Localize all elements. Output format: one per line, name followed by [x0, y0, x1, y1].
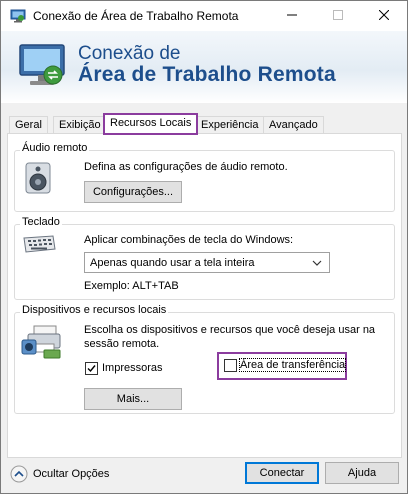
clipboard-checkbox[interactable]: [224, 359, 237, 372]
tab-recursos-locais[interactable]: Recursos Locais: [103, 113, 199, 135]
remote-desktop-monitor-icon: [17, 41, 69, 93]
remote-desktop-icon: [10, 8, 26, 24]
checkmark-icon: [87, 365, 96, 373]
clipboard-label[interactable]: Área de transferência: [238, 358, 347, 372]
printers-checkbox[interactable]: [85, 362, 98, 375]
devices-group-label: Dispositivos e recursos locais: [20, 304, 169, 316]
banner-title-line2: Área de Trabalho Remota: [78, 63, 336, 86]
audio-description: Defina as configurações de áudio remoto.: [84, 161, 288, 173]
minimize-icon: [287, 10, 297, 23]
hide-options-label[interactable]: Ocultar Opções: [33, 468, 109, 480]
tab-avancado[interactable]: Avançado: [263, 116, 324, 134]
banner-title-line1: Conexão de: [78, 43, 181, 64]
close-icon: [378, 9, 390, 23]
help-button[interactable]: Ajuda: [325, 462, 399, 484]
printers-label[interactable]: Impressoras: [102, 362, 163, 374]
speaker-icon: [22, 161, 56, 195]
keyboard-example: Exemplo: ALT+TAB: [84, 280, 179, 292]
maximize-button[interactable]: [315, 1, 361, 31]
window-title: Conexão de Área de Trabalho Remota: [33, 9, 239, 23]
audio-settings-button[interactable]: Configurações...: [84, 181, 182, 203]
tab-geral[interactable]: Geral: [9, 116, 48, 134]
devices-icon: [20, 324, 64, 360]
more-devices-button[interactable]: Mais...: [84, 388, 182, 410]
header-banner: Conexão de Área de Trabalho Remota: [1, 31, 407, 103]
close-button[interactable]: [361, 1, 407, 31]
maximize-icon: [333, 9, 343, 23]
chevron-down-icon: [311, 257, 323, 269]
collapse-options-icon[interactable]: [10, 465, 28, 483]
title-bar[interactable]: Conexão de Área de Trabalho Remota: [1, 1, 407, 31]
tab-exibicao[interactable]: Exibição: [53, 116, 107, 134]
tab-panel-recursos-locais: Áudio remoto Defina as configurações de …: [7, 133, 402, 458]
audio-group: [14, 150, 395, 212]
keyboard-combination-select[interactable]: Apenas quando usar a tela inteira: [84, 252, 330, 273]
connect-button[interactable]: Conectar: [245, 462, 319, 484]
devices-description-line2: sessão remota.: [84, 338, 160, 350]
keyboard-icon: [21, 234, 57, 254]
keyboard-combination-value: Apenas quando usar a tela inteira: [90, 257, 255, 269]
tab-experiencia[interactable]: Experiência: [195, 116, 265, 134]
devices-description-line1: Escolha os dispositivos e recursos que v…: [84, 324, 376, 336]
minimize-button[interactable]: [269, 1, 315, 31]
keyboard-group-label: Teclado: [20, 216, 62, 228]
rdp-window: Conexão de Área de Trabalho Remota Conex…: [0, 0, 408, 494]
keyboard-description: Aplicar combinações de tecla do Windows:: [84, 234, 294, 246]
audio-group-label: Áudio remoto: [20, 142, 90, 154]
